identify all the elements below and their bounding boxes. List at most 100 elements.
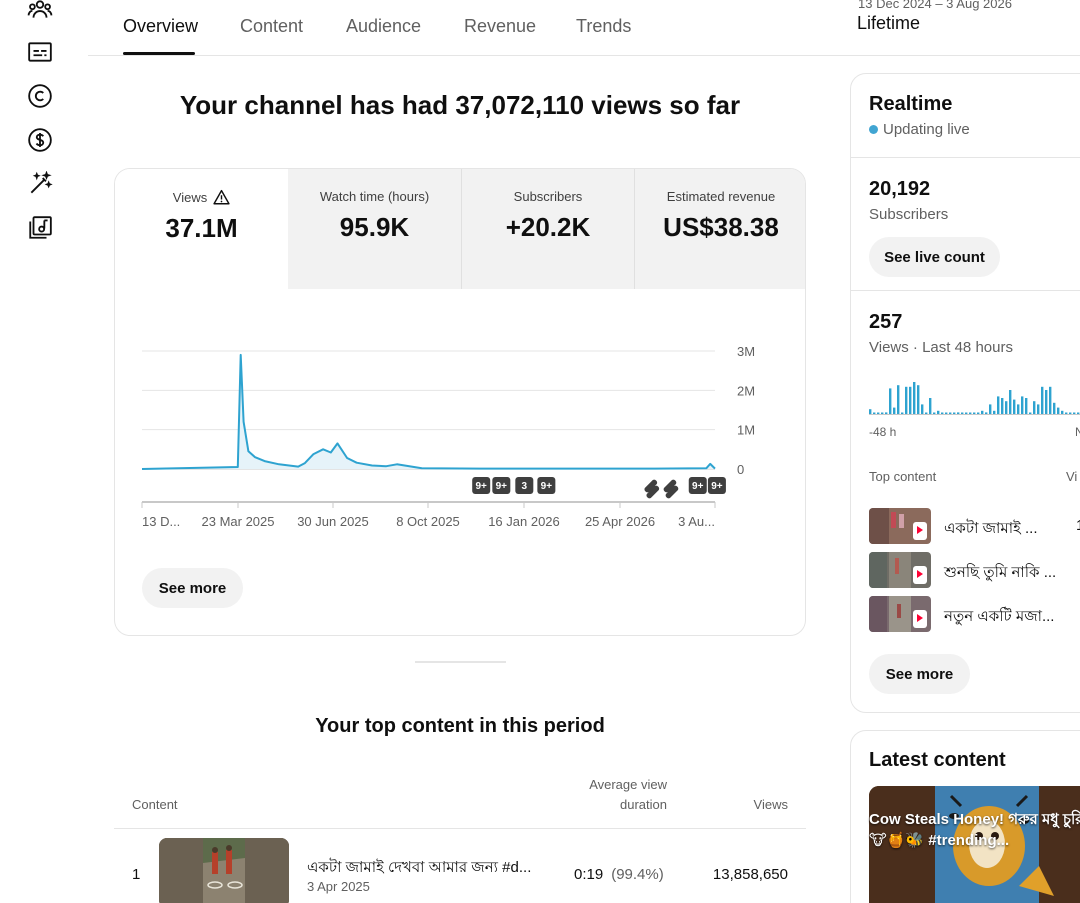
realtime-bar: [981, 410, 984, 414]
realtime-bar: [893, 407, 896, 414]
latest-content-title: Latest content: [869, 749, 1006, 771]
metric-tab-subscribers[interactable]: Subscribers +20.2K: [461, 169, 634, 289]
annotation-marker-label: 9+: [475, 481, 487, 492]
earn-icon[interactable]: [26, 126, 54, 154]
annotation-marker-label: 9+: [692, 481, 704, 492]
period-selector[interactable]: Lifetime: [857, 13, 920, 34]
annotation-marker-label: 9+: [711, 481, 723, 492]
series-area: [142, 354, 715, 469]
realtime-bar: [1025, 398, 1028, 414]
realtime-status-text: Updating live: [883, 121, 970, 138]
metric-tabs: Views 37.1M Watch time (hours) 95.9K Sub…: [115, 169, 805, 289]
realtime-bar: [989, 404, 992, 414]
x-tick-label: 25 Apr 2026: [585, 514, 655, 529]
top-content-views-header: Vi: [1066, 469, 1078, 484]
video-thumbnail[interactable]: [159, 838, 289, 903]
copyright-icon[interactable]: [26, 82, 54, 110]
realtime-bar: [1001, 398, 1004, 414]
warning-icon[interactable]: [213, 189, 230, 205]
y-tick-label: 0: [737, 462, 744, 477]
realtime-bar: [1049, 386, 1052, 414]
realtime-subscribers-label: Subscribers: [869, 206, 949, 223]
divider: [851, 290, 1080, 291]
latest-video-title[interactable]: Cow Steals Honey! গরুর মধু চুরি! 🐮🍯🐝 #tr…: [869, 809, 1080, 851]
latest-content-card: Latest content Cow Steals Honey! গরুর মধ…: [850, 730, 1080, 903]
realtime-bar: [869, 409, 872, 414]
metric-tab-views[interactable]: Views 37.1M: [115, 169, 288, 289]
realtime-axis-start: -48 h: [869, 425, 897, 439]
top-content-header: Top content: [869, 469, 937, 484]
realtime-views-label: Views · Last 48 hours: [869, 339, 1013, 356]
customization-icon[interactable]: [26, 170, 54, 198]
subtitles-icon[interactable]: [26, 38, 54, 66]
tab-revenue[interactable]: Revenue: [464, 16, 536, 37]
video-title[interactable]: একটা জামাই দেখবা আমার জন্য #d...: [307, 856, 547, 881]
section-divider: [415, 661, 506, 663]
see-more-button[interactable]: See more: [142, 568, 243, 608]
x-tick-label: 8 Oct 2025: [396, 514, 460, 529]
realtime-subscribers-value: 20,192: [869, 178, 931, 200]
realtime-views-bar-chart[interactable]: [869, 374, 1080, 416]
realtime-bar: [873, 412, 876, 414]
video-thumbnail[interactable]: [869, 596, 931, 632]
left-nav-rail: [0, 0, 80, 903]
shorts-marker-icon: [644, 479, 660, 499]
top-content-title[interactable]: শুনছি তুমি নাকি ...: [944, 561, 1056, 586]
realtime-bar: [925, 412, 928, 414]
realtime-bar: [1013, 399, 1016, 414]
realtime-card: Realtime Updating live 20,192 Subscriber…: [850, 73, 1080, 713]
x-tick-label: 16 Jan 2026: [488, 514, 560, 529]
metric-tab-watch-time[interactable]: Watch time (hours) 95.9K: [288, 169, 461, 289]
active-tab-indicator: [123, 52, 195, 55]
realtime-bar: [945, 412, 948, 414]
realtime-bar: [909, 386, 912, 414]
views-line-chart[interactable]: 3M 2M 1M 0 13 D... 23 Mar 2025 30 Jun 2025 8 Oc…: [115, 289, 806, 569]
annotation-marker-label: 3: [522, 481, 528, 492]
series-line: [141, 353, 716, 470]
realtime-bar: [1033, 401, 1036, 414]
avd-time: 0:19: [574, 866, 604, 883]
tab-trends[interactable]: Trends: [576, 16, 631, 37]
tab-content[interactable]: Content: [240, 16, 303, 37]
video-thumbnail[interactable]: [869, 508, 931, 544]
y-tick-label: 1M: [737, 423, 755, 438]
realtime-see-more-button[interactable]: See more: [869, 654, 970, 694]
realtime-bar: [973, 412, 976, 414]
realtime-bar: [949, 412, 952, 414]
realtime-bar: [917, 385, 920, 414]
shorts-marker-icon: [663, 479, 679, 499]
page-headline: Your channel has had 37,072,110 views so…: [179, 90, 741, 120]
community-icon[interactable]: [26, 0, 54, 24]
x-tick-label: 13 D...: [142, 514, 180, 529]
realtime-status: Updating live: [869, 121, 970, 138]
realtime-bar: [901, 412, 904, 414]
metric-label: Subscribers: [513, 189, 583, 204]
column-header-views[interactable]: Views: [700, 797, 788, 812]
x-tick-label: 3 Au...: [678, 514, 715, 529]
annotation-marker-label: 9+: [541, 481, 553, 492]
tab-audience[interactable]: Audience: [346, 16, 421, 37]
y-tick-label: 2M: [737, 383, 755, 398]
row-rank: 1: [132, 866, 141, 883]
realtime-bar: [965, 412, 968, 414]
realtime-bar: [1057, 407, 1060, 414]
date-range[interactable]: 13 Dec 2024 – 3 Aug 2026: [858, 0, 1012, 11]
tab-overview[interactable]: Overview: [123, 16, 198, 37]
top-content-title[interactable]: একটা জামাই ...: [944, 517, 1038, 542]
metric-tab-revenue[interactable]: Estimated revenue US$38.38: [634, 169, 805, 289]
realtime-bar: [1005, 401, 1008, 414]
metric-label: Views: [172, 189, 208, 205]
metric-label: Watch time (hours): [319, 189, 430, 204]
top-content-title[interactable]: নতুন একটি মজা...: [944, 605, 1054, 630]
realtime-bar: [1009, 390, 1012, 414]
realtime-bar: [1073, 412, 1076, 414]
video-thumbnail[interactable]: [869, 552, 931, 588]
realtime-bar: [877, 412, 880, 414]
realtime-axis-end: N: [1075, 425, 1080, 439]
realtime-bar: [1017, 404, 1020, 414]
metric-value: 95.9K: [339, 212, 410, 242]
see-live-count-button[interactable]: See live count: [869, 237, 1000, 277]
audio-library-icon[interactable]: [26, 214, 54, 242]
y-tick-label: 3M: [737, 344, 755, 359]
x-tick-label: 30 Jun 2025: [297, 514, 369, 529]
